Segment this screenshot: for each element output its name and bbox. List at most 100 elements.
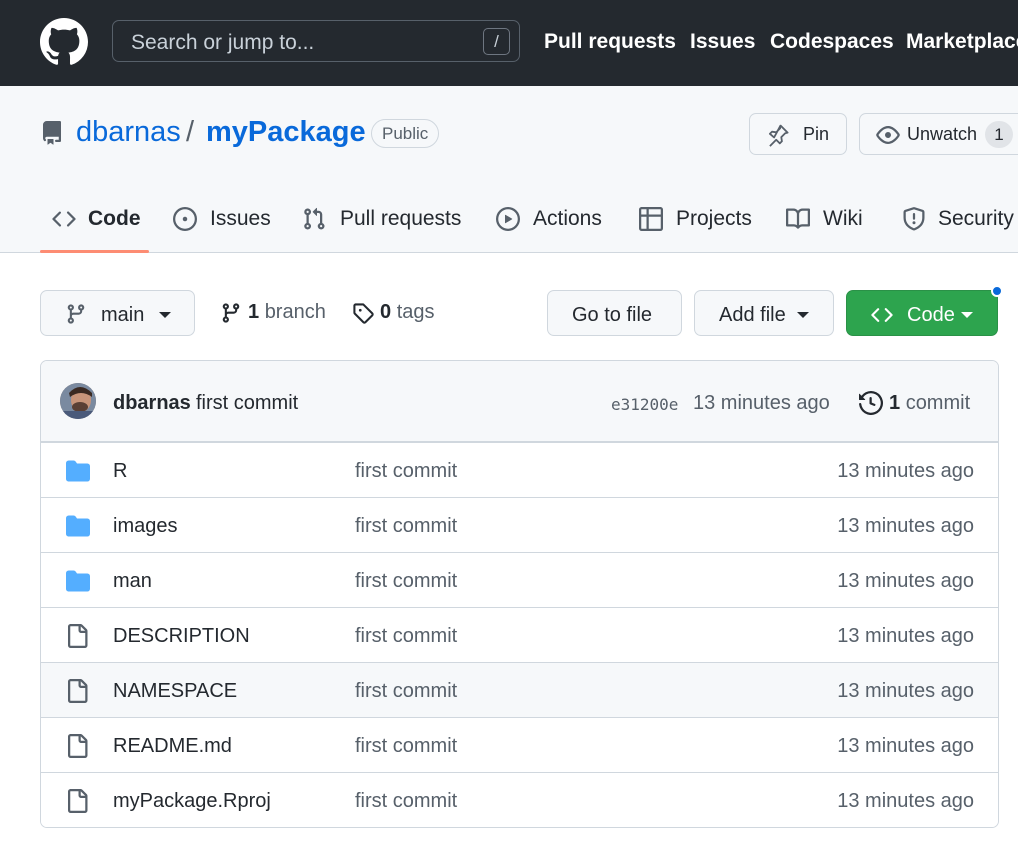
file-commit-message-link[interactable]: first commit [355,625,457,648]
file-commit-time: 13 minutes ago [837,570,974,592]
file-commit-time: 13 minutes ago [837,460,974,482]
tab-code-label: Code [88,207,141,230]
chevron-down-icon [797,312,809,318]
tab-projects[interactable]: Projects [639,203,754,239]
branch-word: branch [264,301,326,323]
file-row[interactable]: Rfirst commit 13 minutes ago [41,442,998,497]
search-placeholder: Search or jump to... [131,31,315,54]
tab-wiki[interactable]: Wiki [786,203,868,239]
file-commit-message-link[interactable]: first commit [355,460,457,483]
commit-time: 13 minutes ago [693,392,830,414]
tab-projects-label: Projects [676,207,752,230]
nav-issues[interactable]: Issues [690,30,755,54]
tab-wiki-label: Wiki [823,207,863,230]
branches-link[interactable]: 1 branch [220,301,330,327]
tags-link[interactable]: 0 tags [352,301,442,327]
nav-codespaces[interactable]: Codespaces [770,30,894,54]
file-commit-message-link[interactable]: first commit [355,735,457,758]
branch-selector-button[interactable]: main [40,290,195,336]
search-shortcut-key: / [483,28,510,55]
branch-icon [67,304,85,324]
repo-path-separator: / [186,116,195,148]
file-row[interactable]: images first commit 13 minutes ago [41,497,998,552]
pin-icon [769,124,789,147]
issue-icon [173,207,197,231]
file-name-link[interactable]: README.md [113,735,232,758]
tab-actions[interactable]: Actions [496,203,606,239]
file-icon [68,789,88,813]
search-input[interactable]: Search or jump to... / [112,20,520,62]
folder-icon [66,460,90,482]
tab-issues[interactable]: Issues [173,203,271,239]
file-icon [68,624,88,648]
commit-author-link[interactable]: dbarnas [113,392,191,415]
github-logo-icon[interactable] [40,18,88,66]
active-tab-underline [40,250,149,253]
file-commit-message-link[interactable]: first commit [355,570,457,593]
file-row[interactable]: NAMESPACE first commit 13 minutes ago [41,662,998,717]
avatar-image [60,383,96,419]
add-file-label: Add file [719,304,786,326]
file-row[interactable]: README.md first commit 13 minutes ago [41,717,998,772]
avatar[interactable] [60,383,96,419]
repo-owner-link[interactable]: dbarnas [76,116,181,149]
visibility-badge: Public [371,119,440,148]
notification-dot [991,285,1003,297]
file-name-link[interactable]: NAMESPACE [113,680,237,703]
chevron-down-icon [961,312,973,318]
file-commit-time: 13 minutes ago [837,515,974,537]
code-button[interactable]: Code [846,290,998,336]
file-row[interactable]: myPackage.Rproj first commit 13 minutes ag… [41,772,998,827]
commits-history-link[interactable]: 1 commit [859,391,998,418]
file-name-link[interactable]: man [113,570,152,593]
global-header: Search or jump to... / Pull requests Iss… [0,0,1018,86]
branch-count: 1 [248,301,260,323]
book-icon [786,208,810,229]
code-icon [52,211,76,227]
chevron-down-icon [159,312,171,318]
unwatch-label: Unwatch [907,124,978,144]
go-to-file-button[interactable]: Go to file [547,290,682,336]
add-file-button[interactable]: Add file [694,290,834,336]
file-row[interactable]: DESCRIPTION first commit 13 minutes ago [41,607,998,662]
file-commit-message-link[interactable]: first commit [355,680,457,703]
commit-sha-link[interactable]: e31200e [611,395,678,414]
tab-pull-requests-label: Pull requests [340,207,462,230]
unwatch-button[interactable]: Unwatch 1 [859,113,1018,155]
file-name-link[interactable]: DESCRIPTION [113,625,250,648]
history-icon [859,391,883,415]
commit-word: commit [905,392,971,414]
file-name-link[interactable]: R [113,460,127,483]
tab-actions-label: Actions [533,207,602,230]
file-commit-time: 13 minutes ago [837,790,974,812]
file-name-link[interactable]: myPackage.Rproj [113,790,271,813]
tab-pull-requests[interactable]: Pull requests [302,203,462,239]
tag-icon [353,303,374,324]
pin-button[interactable]: Pin [749,113,847,155]
repo-header: dbarnas / myPackage Public Pin Unwatch 1… [0,86,1018,253]
tag-word: tags [396,301,435,323]
nav-marketplace[interactable]: Marketplace [906,30,1018,54]
folder-icon [66,570,90,592]
repo-name-link[interactable]: myPackage [206,116,366,149]
watch-count-badge: 1 [985,121,1013,148]
nav-pull-requests[interactable]: Pull requests [544,30,676,54]
file-commit-message-link[interactable]: first commit [355,790,457,813]
branch-name: main [101,304,145,326]
go-to-file-label: Go to file [572,304,653,326]
shield-icon [903,207,925,231]
file-browser: dbarnas first commit e31200e 13 minutes … [40,360,999,828]
tab-security[interactable]: Security [902,203,1017,239]
file-name-link[interactable]: images [113,515,177,538]
file-commit-time: 13 minutes ago [837,735,974,757]
file-commit-time: 13 minutes ago [837,680,974,702]
commit-message-link[interactable]: first commit [196,392,298,415]
file-icon [68,734,88,758]
file-commit-message-link[interactable]: first commit [355,515,457,538]
file-icon [68,679,88,703]
folder-icon [66,515,90,537]
tab-code[interactable]: Code [52,203,142,239]
play-icon [496,207,520,231]
file-commit-time: 13 minutes ago [837,625,974,647]
file-row[interactable]: man first commit 13 minutes ago [41,552,998,607]
